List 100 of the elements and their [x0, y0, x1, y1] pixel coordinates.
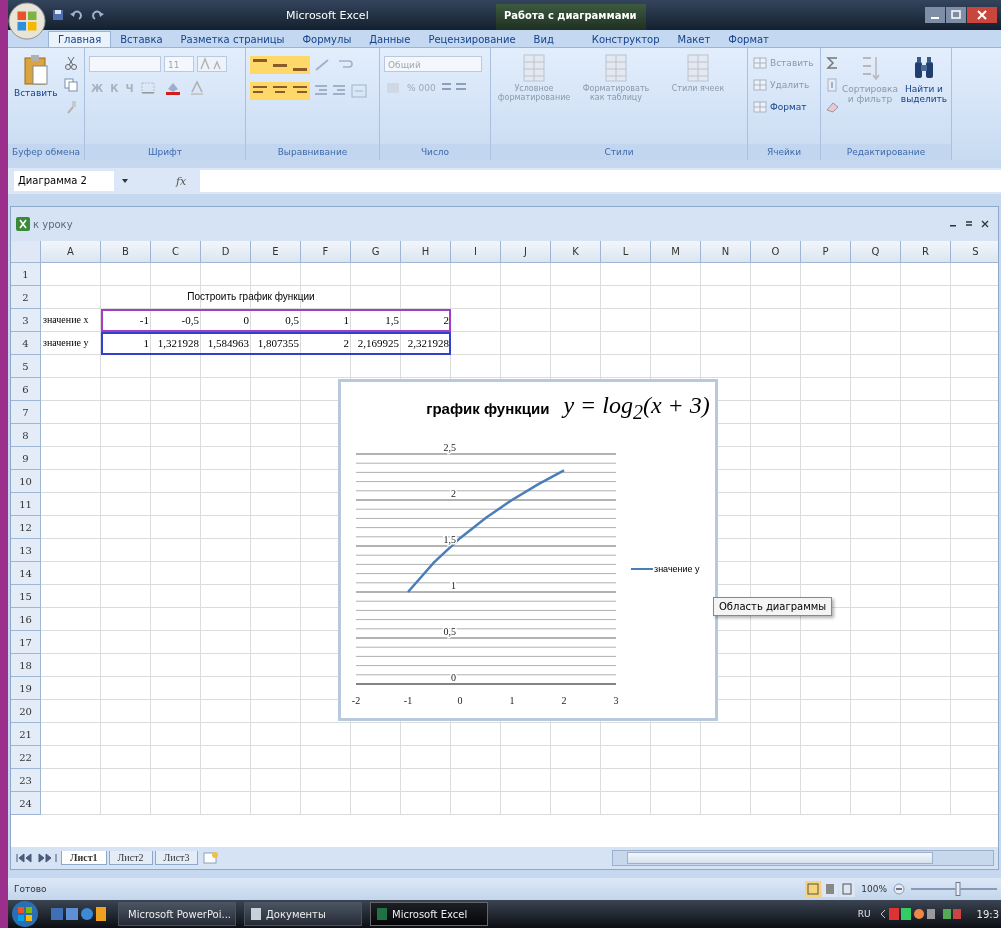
horizontal-align-icon[interactable]: [250, 82, 310, 100]
ribbon-tab[interactable]: Данные: [360, 31, 420, 47]
close-icon[interactable]: [967, 7, 997, 23]
row-header[interactable]: 15: [11, 585, 41, 608]
restore-icon[interactable]: [964, 219, 974, 229]
app-icon: [376, 907, 388, 921]
copy-icon[interactable]: [63, 78, 78, 92]
zoom-level[interactable]: 100%: [861, 884, 887, 894]
eraser-icon[interactable]: [825, 100, 841, 114]
row-header[interactable]: 1: [11, 263, 41, 286]
column-header[interactable]: E: [251, 241, 301, 263]
workbook-title: к уроку: [33, 218, 73, 230]
ribbon-tab[interactable]: Формулы: [293, 31, 361, 47]
row-header[interactable]: 2: [11, 286, 41, 309]
zoom-out-icon[interactable]: [893, 883, 905, 895]
save-icon[interactable]: [52, 9, 64, 21]
column-header[interactable]: J: [501, 241, 551, 263]
ribbon-tab[interactable]: Вставка: [111, 31, 172, 47]
row-header[interactable]: 13: [11, 539, 41, 562]
row-header[interactable]: 10: [11, 470, 41, 493]
taskbar-item[interactable]: Microsoft PowerPoi...: [118, 902, 236, 926]
axis-label: 0: [457, 695, 463, 706]
font-name-field[interactable]: [89, 56, 161, 72]
sheet-tab[interactable]: Лист1: [61, 851, 107, 865]
restore-icon[interactable]: [946, 7, 966, 23]
table-cell-text: -0,5: [180, 313, 200, 328]
select-all-button[interactable]: [11, 241, 41, 263]
column-header[interactable]: H: [401, 241, 451, 263]
column-header[interactable]: R: [901, 241, 951, 263]
sheet-tab[interactable]: Лист3: [154, 851, 199, 865]
column-header[interactable]: S: [951, 241, 998, 263]
row-header[interactable]: 8: [11, 424, 41, 447]
ribbon-tab[interactable]: Главная: [48, 31, 112, 47]
ribbon-tab[interactable]: Макет: [668, 31, 720, 47]
column-header[interactable]: B: [101, 241, 151, 263]
table-cell-text: 1: [342, 313, 350, 328]
function-button[interactable]: fx: [136, 174, 195, 188]
horizontal-scrollbar[interactable]: [612, 850, 994, 866]
ribbon-tab[interactable]: Формат: [719, 31, 778, 47]
row-header[interactable]: 3: [11, 309, 41, 332]
column-header[interactable]: G: [351, 241, 401, 263]
sheet-tab[interactable]: Лист2: [108, 851, 153, 865]
row-header[interactable]: 6: [11, 378, 41, 401]
row-header[interactable]: 18: [11, 654, 41, 677]
ribbon-tab[interactable]: Вид: [524, 31, 563, 47]
column-header[interactable]: D: [201, 241, 251, 263]
row-header[interactable]: 20: [11, 700, 41, 723]
language-indicator[interactable]: RU: [857, 909, 871, 919]
row-header[interactable]: 22: [11, 746, 41, 769]
column-header[interactable]: O: [751, 241, 801, 263]
table-cell-text: 2: [342, 336, 350, 351]
row-header[interactable]: 14: [11, 562, 41, 585]
cells-command[interactable]: Формат: [752, 100, 808, 114]
taskbar-item[interactable]: Microsoft Excel: [370, 902, 488, 926]
row-header[interactable]: 19: [11, 677, 41, 700]
column-header[interactable]: N: [701, 241, 751, 263]
row-header[interactable]: 12: [11, 516, 41, 539]
window-title: Microsoft Excel: [286, 9, 369, 22]
group-label: Число: [380, 144, 490, 160]
editing-command[interactable]: Найти и выделить: [899, 52, 949, 106]
row-header[interactable]: 4: [11, 332, 41, 355]
column-header[interactable]: L: [601, 241, 651, 263]
table-cell-text: 2,321928: [406, 336, 450, 351]
row-header[interactable]: 16: [11, 608, 41, 631]
column-header[interactable]: I: [451, 241, 501, 263]
formula-field[interactable]: [200, 170, 1001, 192]
taskbar-item[interactable]: Документы: [244, 902, 362, 926]
row-header[interactable]: 23: [11, 769, 41, 792]
close-icon[interactable]: [980, 219, 990, 229]
sheet-navigation-icon[interactable]: [15, 853, 59, 863]
table-cell-text: 0,5: [284, 313, 300, 328]
column-header[interactable]: C: [151, 241, 201, 263]
ribbon-tab[interactable]: Рецензирование: [419, 31, 525, 47]
row-header[interactable]: 21: [11, 723, 41, 746]
ribbon-tab[interactable]: Разметка страницы: [171, 31, 294, 47]
paste-button[interactable]: Вставить: [12, 52, 60, 100]
row-header[interactable]: 24: [11, 792, 41, 815]
column-header[interactable]: P: [801, 241, 851, 263]
view-buttons-icon[interactable]: [805, 881, 856, 897]
column-header[interactable]: A: [41, 241, 101, 263]
column-header[interactable]: F: [301, 241, 351, 263]
row-header[interactable]: 7: [11, 401, 41, 424]
row-header[interactable]: 5: [11, 355, 41, 378]
table-cell-text: значение y: [42, 336, 90, 350]
scissors-icon[interactable]: [63, 56, 78, 70]
row-header[interactable]: 17: [11, 631, 41, 654]
undo-icon[interactable]: [70, 9, 84, 21]
chart-area[interactable]: график функции y = log$_{2}$(x + 3) 0 0,5 1 1,5 2 2,5 -2 -1 0 1 2 3 значение y: [338, 379, 718, 721]
redo-icon[interactable]: [90, 9, 104, 21]
grow-font-icon[interactable]: [197, 56, 227, 72]
row-header[interactable]: 9: [11, 447, 41, 470]
column-header[interactable]: M: [651, 241, 701, 263]
table-cell-text: значение x: [42, 313, 90, 327]
name-box[interactable]: Диаграмма 2: [14, 171, 114, 191]
row-header[interactable]: 11: [11, 493, 41, 516]
column-header[interactable]: K: [551, 241, 601, 263]
table-cell-text: 1,807355: [256, 336, 300, 351]
ribbon-tab[interactable]: Конструктор: [582, 31, 669, 47]
column-header[interactable]: Q: [851, 241, 901, 263]
vertical-align-icon[interactable]: [250, 56, 310, 74]
